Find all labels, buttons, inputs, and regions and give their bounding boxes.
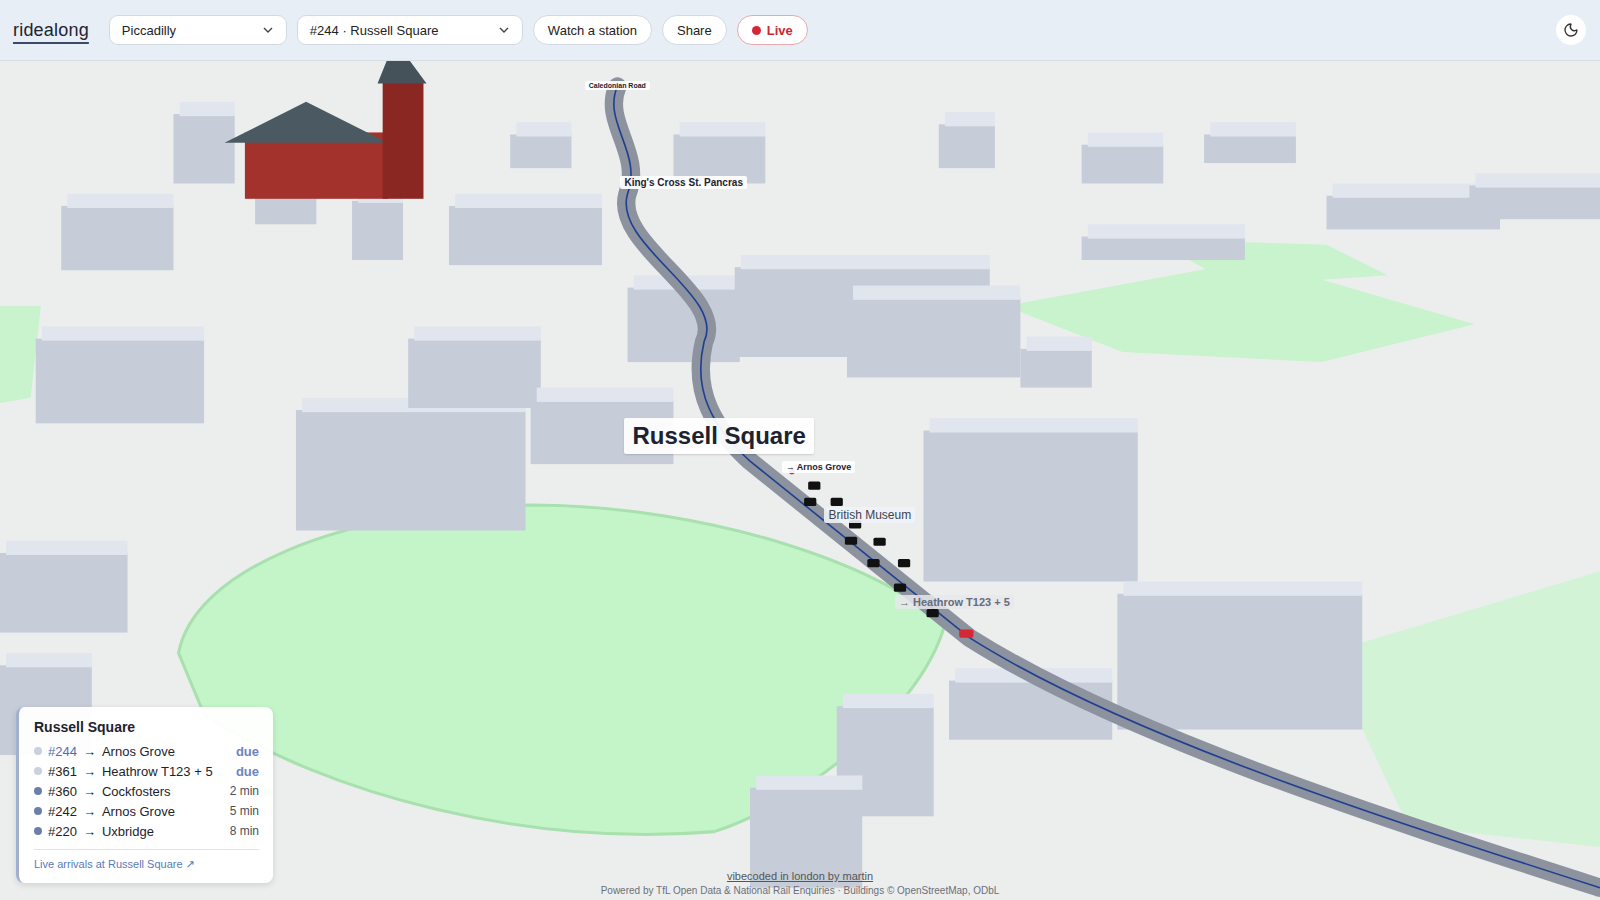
status-dot (34, 767, 42, 775)
map-label[interactable]: Caledonian Road (585, 81, 650, 90)
train-select[interactable]: #244 · Russell Square (297, 15, 523, 45)
line-select[interactable]: Piccadilly (109, 15, 287, 45)
arrival-row[interactable]: #360→Cockfosters2 min (34, 783, 259, 799)
map[interactable]: Caledonian Road King's Cross St. Pancras R… (0, 61, 1600, 900)
arrivals-link[interactable]: Live arrivals at Russell Square ↗ (34, 849, 259, 871)
arrivals-panel: Russell Square #244→Arnos Grovedue #361→He… (16, 707, 273, 883)
chevron-icon (262, 24, 274, 36)
credit-link[interactable]: vibecoded in london by martin (727, 870, 873, 882)
status-dot (34, 827, 42, 835)
map-label[interactable]: British Museum (824, 507, 915, 523)
chevron-icon (498, 24, 510, 36)
logo[interactable]: ridealong (13, 20, 89, 41)
live-button[interactable]: Live (737, 15, 808, 45)
map-label[interactable]: King's Cross St. Pancras (620, 176, 747, 189)
panel-title: Russell Square (34, 719, 259, 735)
live-dot (752, 26, 761, 35)
arrival-row[interactable]: #242→Arnos Grove5 min (34, 803, 259, 819)
toolbar-button[interactable]: Share (662, 15, 727, 45)
toolbar: ridealong Piccadilly #244 · Russell Square… (0, 0, 1600, 61)
arrival-row[interactable]: #220→Uxbridge8 min (34, 823, 259, 839)
app: ridealong Piccadilly #244 · Russell Square… (0, 0, 1600, 900)
status-dot (34, 747, 42, 755)
map-label[interactable]: Russell Square (624, 418, 813, 454)
status-dot (34, 807, 42, 815)
footer: vibecoded in london by martin Powered by … (0, 870, 1600, 896)
map-label[interactable]: → Heathrow T123 + 5 (895, 595, 1014, 609)
moon-icon (1563, 22, 1579, 38)
status-dot (34, 787, 42, 795)
map-label[interactable]: → Arnos Grove (782, 461, 856, 473)
theme-toggle[interactable] (1556, 15, 1586, 45)
toolbar-button[interactable]: Watch a station (533, 15, 652, 45)
attribution: Powered by TfL Open Data & National Rail… (601, 885, 1000, 896)
arrival-row[interactable]: #361→Heathrow T123 + 5due (34, 763, 259, 779)
arrival-row[interactable]: #244→Arnos Grovedue (34, 743, 259, 759)
